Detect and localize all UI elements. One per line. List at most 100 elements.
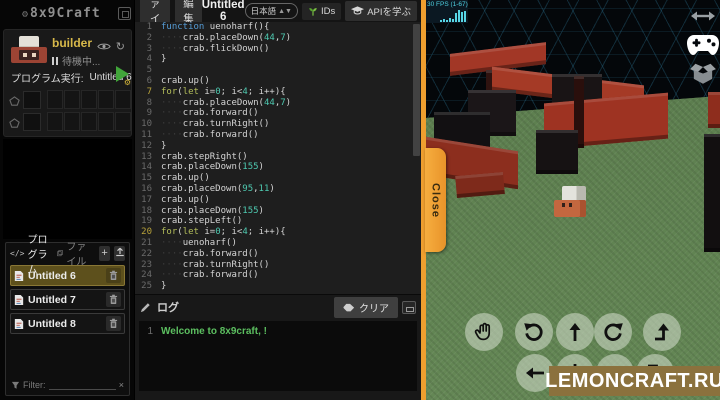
upload-icon bbox=[115, 247, 124, 256]
game-block bbox=[536, 130, 578, 174]
inventory-slot[interactable] bbox=[47, 90, 63, 109]
code-line: 14 crab.placeDown(155) bbox=[141, 162, 264, 173]
add-program-button[interactable]: + bbox=[99, 245, 111, 261]
code-line: 23 ····crab.turnRight() bbox=[141, 259, 270, 270]
code-line: 15 crab.up() bbox=[141, 173, 210, 184]
refresh-icon[interactable]: ↻ bbox=[116, 42, 125, 53]
upload-button[interactable] bbox=[114, 245, 125, 261]
filter-row: Filter: × bbox=[11, 380, 124, 390]
inventory-slot[interactable] bbox=[98, 112, 114, 131]
collapse-sidebar-icon[interactable] bbox=[118, 7, 131, 20]
code-line: 10 ····crab.turnRight() bbox=[141, 119, 270, 130]
inventory-slot[interactable] bbox=[47, 112, 63, 131]
code-line: 21 ····uenoharf() bbox=[141, 237, 237, 248]
graduation-cap-icon bbox=[351, 6, 365, 15]
delete-program-button[interactable] bbox=[106, 316, 121, 331]
trash-icon bbox=[109, 294, 118, 304]
log-line: 1 Welcome to 8x9craft, ! bbox=[147, 326, 267, 337]
code-line: 3 ····crab.flickDown() bbox=[146, 43, 270, 54]
tab-files[interactable]: ファイル bbox=[57, 238, 91, 268]
inventory-slot[interactable] bbox=[115, 112, 131, 131]
file-icon bbox=[14, 270, 24, 281]
code-editor[interactable]: 1 function uenoharf(){2 ····crab.placeDown… bbox=[135, 22, 421, 294]
log-panel: ログ クリア 1 Welcome to 8x9craft, ! bbox=[135, 294, 421, 400]
avatar bbox=[11, 36, 47, 66]
code-line: 22 ····crab.forward() bbox=[141, 248, 259, 259]
code-line: 9 ····crab.forward() bbox=[146, 108, 259, 119]
character-card: builder ↻ 待機中... プログラム実行: Untitled 6 ⚙ bbox=[3, 29, 132, 137]
document-title: Untitled 6 bbox=[201, 0, 245, 23]
inventory-slot[interactable] bbox=[81, 90, 97, 109]
inventory-slot[interactable] bbox=[64, 90, 80, 109]
run-row: プログラム実行: Untitled 6 ⚙ bbox=[11, 66, 132, 87]
rotate-left-button[interactable] bbox=[515, 313, 553, 351]
close-panel-tab[interactable]: Close bbox=[425, 148, 446, 252]
code-line: 8 ····crab.placeDown(44,7) bbox=[146, 97, 292, 108]
code-line: 16 crab.placeDown(95,11) bbox=[141, 183, 275, 194]
code-line: 24 ····crab.forward() bbox=[141, 270, 259, 281]
grab-hand-button[interactable] bbox=[465, 313, 503, 351]
logo-bar: ⚙8x9Craft bbox=[0, 0, 135, 26]
clear-log-button[interactable]: クリア bbox=[334, 296, 398, 318]
resize-handle-icon[interactable] bbox=[690, 9, 716, 27]
sidebar-canvas bbox=[3, 139, 132, 239]
pencil-icon bbox=[140, 302, 150, 312]
language-select[interactable]: 日本語 ▲▼ bbox=[244, 3, 298, 19]
editor-scrollbar[interactable] bbox=[413, 24, 420, 156]
character-name: builder bbox=[52, 36, 93, 50]
game-canvas[interactable]: 30 FPS (1-67) LEMONCRAFT.RU bbox=[426, 0, 720, 400]
code-line: 7 for(let i=0; i<4; i++){ bbox=[146, 86, 286, 97]
inventory-grid[interactable] bbox=[9, 90, 131, 134]
gear-icon: ⚙ bbox=[22, 8, 30, 20]
code-line: 25} bbox=[141, 281, 167, 292]
filter-input[interactable] bbox=[48, 381, 116, 390]
move-forward-button[interactable] bbox=[556, 313, 594, 351]
inventory-slot[interactable] bbox=[64, 112, 80, 131]
program-label: Untitled 6 bbox=[28, 269, 76, 282]
app-logo: ⚙8x9Craft bbox=[22, 5, 101, 21]
sidebar: ⚙8x9Craft builder ↻ 待機中... プログラム実行: Unti… bbox=[0, 0, 135, 400]
pause-icon bbox=[52, 56, 58, 65]
programs-panel: </> プログラム ファイル + Untitled 6 Untitled 7 Unt… bbox=[5, 235, 130, 396]
program-list-item[interactable]: Untitled 8 bbox=[10, 313, 125, 334]
sprout-icon bbox=[309, 7, 317, 16]
api-learn-button[interactable]: APIを学ぶ bbox=[345, 1, 417, 21]
file-icon bbox=[14, 318, 24, 329]
code-line: 6 crab.up() bbox=[146, 75, 210, 86]
code-line: 11 ····crab.forward() bbox=[141, 129, 259, 140]
fps-counter: 30 FPS (1-67) bbox=[427, 1, 468, 8]
file-icon bbox=[14, 294, 24, 305]
trash-icon bbox=[109, 318, 118, 328]
eraser-icon bbox=[343, 303, 355, 311]
slot-type-icon bbox=[9, 116, 20, 128]
delete-program-button[interactable] bbox=[106, 268, 121, 283]
inventory-slot[interactable] bbox=[23, 91, 41, 109]
code-line: 2 ····crab.placeDown(44,7) bbox=[146, 32, 292, 43]
step-up-button[interactable] bbox=[643, 313, 681, 351]
inventory-slot[interactable] bbox=[81, 112, 97, 131]
code-line: 12} bbox=[141, 140, 167, 151]
code-line: 17 crab.up() bbox=[141, 194, 210, 205]
inventory-slot[interactable] bbox=[115, 90, 131, 109]
box-icon[interactable] bbox=[689, 62, 717, 91]
program-list-item[interactable]: Untitled 7 bbox=[10, 289, 125, 310]
program-label: Untitled 8 bbox=[28, 317, 76, 330]
code-line: 13 crab.stepRight() bbox=[141, 151, 248, 162]
copy-icon bbox=[57, 250, 63, 257]
delete-program-button[interactable] bbox=[106, 292, 121, 307]
game-block bbox=[704, 134, 720, 252]
inventory-slot[interactable] bbox=[23, 113, 41, 131]
code-line: 20 for(let i=0; i<4; i++){ bbox=[141, 227, 286, 238]
rotate-right-button[interactable] bbox=[594, 313, 632, 351]
minimize-log-button[interactable] bbox=[402, 300, 416, 314]
clear-filter-button[interactable]: × bbox=[119, 380, 124, 390]
filter-icon bbox=[11, 381, 20, 389]
run-gear-icon: ⚙ bbox=[123, 78, 131, 87]
gamepad-icon[interactable] bbox=[686, 34, 720, 61]
inventory-slot[interactable] bbox=[98, 90, 114, 109]
watermark: LEMONCRAFT.RU bbox=[545, 366, 720, 396]
code-line: 4} bbox=[146, 54, 167, 65]
app-window: ⚙8x9Craft builder ↻ 待機中... プログラム実行: Unti… bbox=[0, 0, 720, 400]
code-icon: </> bbox=[10, 248, 25, 258]
ids-button[interactable]: IDs bbox=[301, 2, 342, 20]
